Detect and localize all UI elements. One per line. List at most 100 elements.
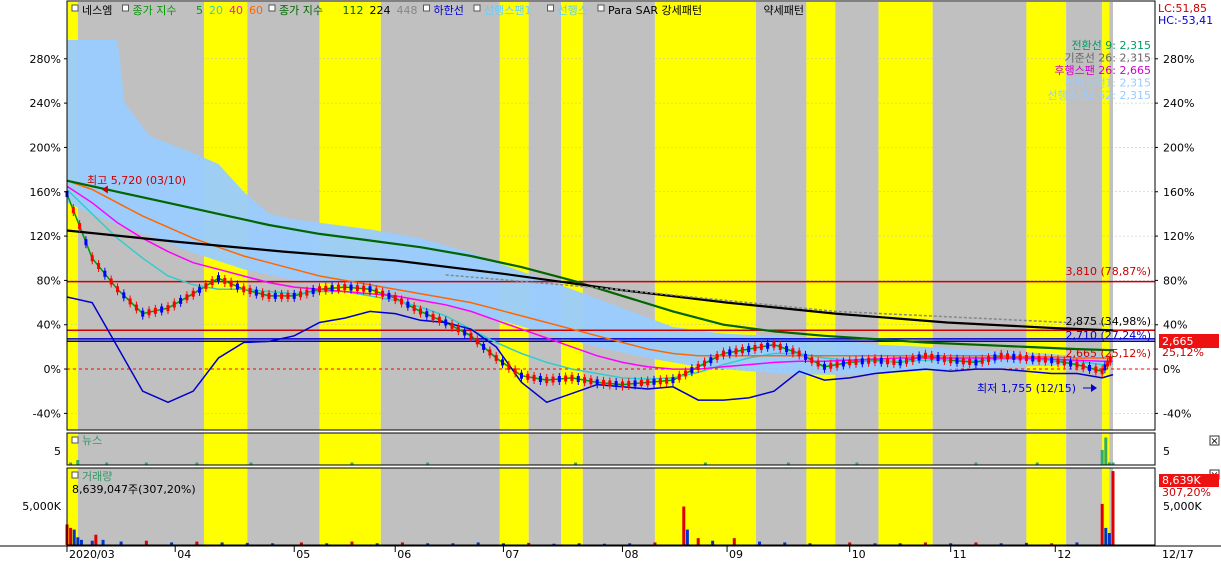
candle-body [412, 305, 416, 312]
candle-body [848, 359, 852, 366]
volume-bar [76, 537, 80, 545]
candle-body [936, 354, 940, 361]
candle-body [488, 349, 492, 356]
candle-body [816, 360, 820, 367]
candle-body [254, 289, 258, 296]
news-checkbox[interactable] [71, 436, 79, 444]
legend-checkbox[interactable] [547, 4, 554, 12]
period-band [247, 468, 320, 545]
y-tick-label-right: 80% [1163, 274, 1187, 287]
candle-body [507, 363, 511, 370]
legend-item: 5 [196, 4, 203, 17]
legend-checkbox[interactable] [473, 4, 481, 12]
candle-body [425, 311, 429, 318]
y-tick-label-left: 200% [30, 141, 61, 154]
y-tick-label-right: 160% [1163, 186, 1194, 199]
candle-body [671, 377, 675, 384]
low-annotation: 최저 1,755 (12/15) [977, 382, 1076, 395]
candle-body [204, 282, 208, 289]
candle-body [1005, 353, 1009, 360]
candle-body [450, 322, 454, 329]
legend-checkbox[interactable] [268, 4, 276, 12]
candle-body [191, 290, 195, 297]
legend-item: 112 [343, 4, 364, 17]
candle-body [418, 308, 422, 315]
candle-body [595, 379, 599, 386]
candle-body [778, 343, 782, 350]
news-bar [1104, 437, 1108, 465]
candle-body [210, 279, 214, 286]
candle-body [198, 286, 202, 293]
y-tick-label-left: -40% [33, 407, 61, 420]
legend-item: 선행스 [558, 4, 588, 17]
volume-bar [101, 539, 105, 545]
candle-body [141, 310, 145, 317]
candle-body [961, 358, 965, 365]
candle-body [103, 270, 107, 277]
volume-bar [144, 540, 148, 545]
candle-body [374, 288, 378, 295]
candle-body [463, 329, 467, 336]
volume-checkbox[interactable] [71, 471, 79, 479]
period-band [932, 468, 1027, 545]
volume-tick-right: 5,000K [1163, 500, 1202, 513]
y-tick-label-right: 200% [1163, 141, 1194, 154]
legend-item: 448 [397, 4, 418, 17]
ichimoku-label: 후행스팬 26: 2,665 [1054, 64, 1151, 77]
period-band [204, 433, 248, 465]
legend-checkbox[interactable] [71, 4, 79, 12]
level-label-2710: 2,710 (27,24%) [1065, 329, 1151, 342]
candle-body [860, 358, 864, 365]
volume-bar [1104, 527, 1108, 545]
candle-body [261, 291, 265, 298]
period-band [806, 433, 836, 465]
x-tick-label: 06 [397, 548, 411, 561]
candle-body [854, 358, 858, 365]
volume-bar [1107, 533, 1111, 545]
candle-body [1043, 356, 1047, 363]
y-tick-label-right: 40% [1163, 319, 1187, 332]
candle-body [299, 291, 303, 298]
volume-summary: 8,639,047주(307,20%) [72, 483, 196, 496]
candle-body [665, 377, 669, 384]
candle-body [242, 286, 246, 293]
x-tick-label: 05 [296, 548, 310, 561]
candle-body [216, 275, 220, 282]
period-band [499, 2, 529, 430]
ichimoku-label: 선행스팬1: 2,315 [1065, 77, 1151, 90]
volume-bar [90, 540, 94, 545]
candle-body [658, 378, 662, 385]
candle-body [71, 207, 75, 214]
period-band [247, 433, 320, 465]
candle-body [235, 283, 239, 290]
candle-body [570, 374, 574, 381]
candle-body [917, 354, 921, 361]
candle-body [627, 381, 631, 388]
level-label-3810: 3,810 (78,87%) [1065, 265, 1151, 278]
candle-body [747, 346, 751, 353]
ichimoku-label: 선행스팬2 52: 2,315 [1047, 89, 1151, 102]
volume-bar [732, 538, 736, 545]
candle-body [980, 357, 984, 364]
candle-body [223, 277, 227, 284]
ichimoku-label: 기준선 26: 2,315 [1064, 52, 1151, 65]
period-band [582, 433, 655, 465]
legend-checkbox[interactable] [597, 4, 605, 12]
candle-body [589, 378, 593, 385]
candle-body [993, 354, 997, 361]
candle-body [841, 360, 845, 367]
candle-body [349, 284, 353, 291]
news-tick-right: 5 [1163, 445, 1170, 458]
x-tick-label: 04 [177, 548, 191, 561]
candle-body [772, 341, 776, 348]
candle-body [482, 343, 486, 350]
legend-item: 60 [249, 4, 263, 17]
x-tick-label: 08 [624, 548, 638, 561]
period-band [835, 433, 879, 465]
candle-body [431, 313, 435, 320]
candle-body [810, 357, 814, 364]
candle-body [968, 358, 972, 365]
legend-checkbox[interactable] [423, 4, 430, 12]
candle-body [109, 278, 113, 285]
legend-checkbox[interactable] [122, 4, 129, 12]
